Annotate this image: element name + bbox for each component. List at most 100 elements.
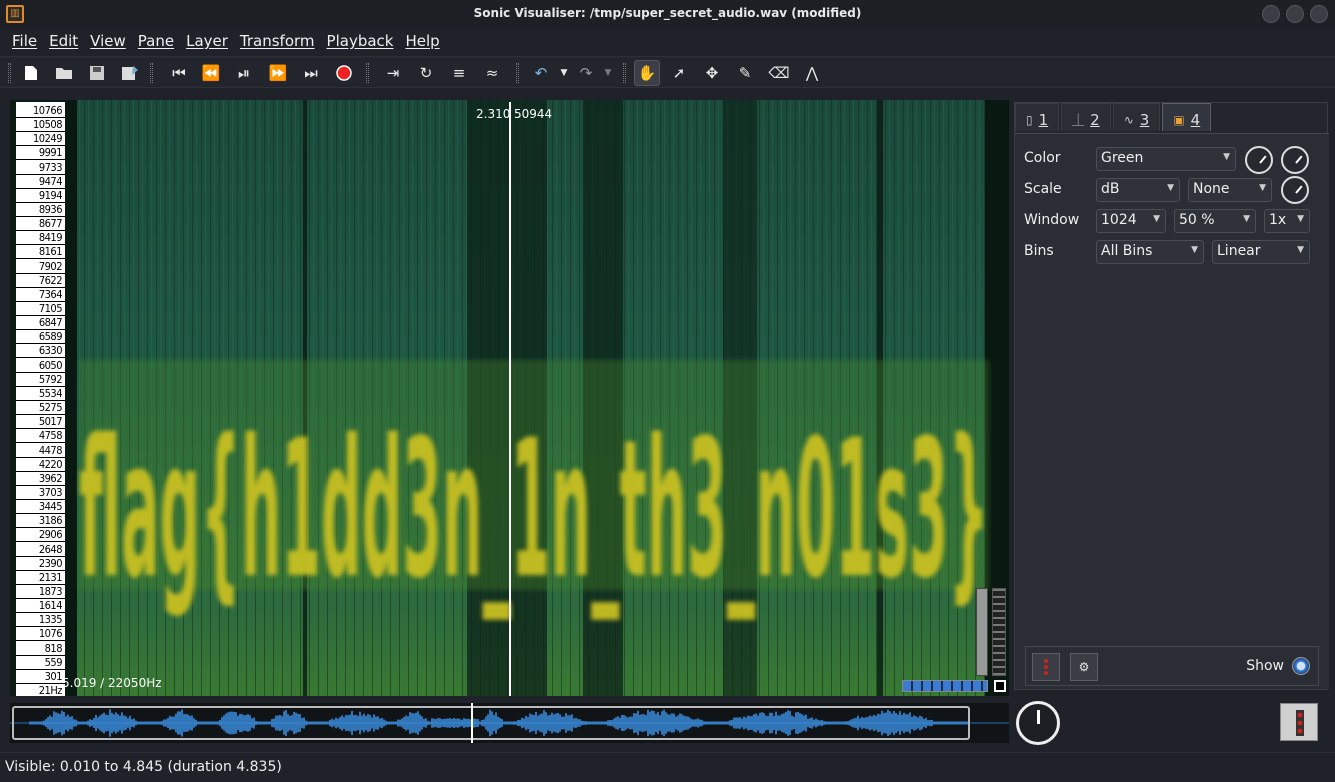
undo-icon[interactable]: ↶ (530, 62, 552, 84)
spectrogram-view[interactable]: flag{h1dd3n_1n_th3_n01s3} (55, 100, 1009, 696)
save-session-icon[interactable] (119, 62, 141, 84)
playback-cursor[interactable] (509, 102, 511, 696)
loop-icon[interactable]: ↻ (415, 62, 437, 84)
save-icon[interactable] (86, 62, 108, 84)
forward-end-icon[interactable]: ⏭ (300, 62, 322, 84)
toolbar-handle[interactable] (8, 63, 11, 83)
frequency-label: 21Hz (38, 684, 63, 696)
frequency-label: 6330 (38, 344, 63, 358)
vertical-zoom-slider[interactable] (976, 588, 988, 676)
toolbar-handle[interactable] (623, 63, 626, 83)
fast-forward-icon[interactable]: ⏩ (267, 62, 289, 84)
menu-help[interactable]: Help (399, 28, 445, 54)
menu-playback[interactable]: Playback (321, 28, 400, 54)
play-selection-icon[interactable]: ⇥ (382, 62, 404, 84)
overview-waveform[interactable] (10, 703, 1009, 743)
frequency-label: 4220 (38, 457, 63, 471)
color-select[interactable]: Green ▼ (1096, 147, 1236, 171)
frequency-label: 2390 (38, 556, 63, 570)
menu-layer[interactable]: Layer (180, 28, 234, 54)
cursor-time-readout: 2.310 (476, 107, 511, 121)
tab-pane[interactable]: ▯ 1 (1015, 103, 1060, 131)
record-icon[interactable] (333, 62, 355, 84)
toolbar-handle[interactable] (516, 63, 519, 83)
rewind-start-icon[interactable]: ⏮ (168, 62, 190, 84)
frequency-label: 7622 (38, 273, 63, 287)
undo-menu-chevron-icon[interactable]: ▼ (553, 62, 575, 84)
horizontal-zoom-thumbwheel[interactable] (902, 680, 988, 692)
toolbar-handle[interactable] (366, 63, 369, 83)
bin-scale-select[interactable]: Linear ▼ (1212, 240, 1310, 264)
colour-rotation-dial[interactable] (1281, 146, 1309, 174)
visible-region-frame[interactable] (12, 706, 970, 740)
frequency-label: 9733 (38, 160, 63, 174)
minimize-button[interactable] (1262, 5, 1280, 23)
overview-cursor[interactable] (471, 703, 473, 743)
vertical-zoom-thumbwheel[interactable] (992, 588, 1006, 676)
menu-file[interactable]: File (6, 28, 43, 54)
status-bar: Visible: 0.010 to 4.845 (duration 4.835) (0, 752, 1335, 782)
chevron-down-icon: ▼ (1297, 245, 1304, 255)
playback-parameters-button[interactable] (1280, 703, 1318, 741)
rewind-icon[interactable]: ⏪ (200, 62, 222, 84)
frequency-label: 3703 (38, 485, 63, 499)
maximize-button[interactable] (1286, 5, 1304, 23)
oversample-select[interactable]: 1x ▼ (1264, 209, 1310, 233)
new-file-icon[interactable] (20, 62, 42, 84)
tab-spectrogram[interactable]: ▣ 4 (1162, 103, 1212, 131)
visible-range-status: Visible: 0.010 to 4.845 (duration 4.835) (5, 759, 282, 775)
frequency-scale: 10766 10508 10249 9991 9733 9474 9194 8936 8677 8… (16, 102, 65, 696)
threshold-dial[interactable] (1281, 176, 1309, 204)
tab-waveform[interactable]: ∿ 3 (1112, 103, 1161, 131)
follow-playback-icon[interactable]: ≈ (481, 62, 503, 84)
play-parameters-button[interactable] (1032, 653, 1060, 681)
zoom-reset-button[interactable] (994, 680, 1006, 692)
move-icon[interactable]: ✥ (701, 62, 723, 84)
frequency-label: 9991 (38, 146, 63, 160)
close-button[interactable] (1310, 5, 1328, 23)
frequency-label: 2648 (38, 542, 63, 556)
open-file-icon[interactable] (53, 62, 75, 84)
window-overlap-select[interactable]: 50 % ▼ (1174, 209, 1256, 233)
toolbar-handle[interactable] (150, 63, 153, 83)
playback-speed-dial[interactable] (1016, 701, 1060, 745)
scale-label: Scale (1024, 181, 1062, 197)
measure-icon[interactable]: ⋀ (801, 62, 823, 84)
navigate-hand-icon[interactable]: ✋ (634, 60, 660, 86)
bins-select[interactable]: All Bins ▼ (1096, 240, 1204, 264)
frequency-label: 6847 (38, 316, 63, 330)
scale-select[interactable]: dB ▼ (1096, 178, 1180, 202)
redo-icon[interactable]: ↷ (575, 62, 597, 84)
frequency-label: 8677 (38, 217, 63, 231)
title-bar: ▥ Sonic Visualiser: /tmp/super_secret_au… (0, 0, 1335, 28)
gain-dial[interactable] (1245, 146, 1273, 174)
frequency-label: 2131 (38, 570, 63, 584)
window-label: Window (1024, 212, 1080, 228)
draw-pencil-icon[interactable]: ✎ (734, 62, 756, 84)
frequency-label: 5534 (38, 386, 63, 400)
chevron-down-icon: ▼ (1153, 214, 1160, 224)
frequency-label: 1873 (38, 584, 63, 598)
menu-pane[interactable]: Pane (132, 28, 180, 54)
frequency-label: 5275 (38, 401, 63, 415)
frequency-label: 10249 (33, 132, 62, 146)
frequency-label: 9474 (38, 174, 63, 188)
window-size-select[interactable]: 1024 ▼ (1096, 209, 1166, 233)
menu-view[interactable]: View (84, 28, 132, 54)
show-toggle[interactable] (1292, 657, 1310, 675)
play-pause-icon[interactable]: ⏯ (233, 62, 255, 84)
tab-ruler[interactable]: ⏊ 2 (1061, 103, 1111, 131)
normalize-select[interactable]: None ▼ (1188, 178, 1272, 202)
solo-icon[interactable]: ≡ (448, 62, 470, 84)
spectrogram-pane[interactable]: flag{h1dd3n_1n_th3_n01s3} 10766 10508 1024… (10, 100, 1009, 696)
redo-menu-chevron-icon[interactable]: ▼ (597, 62, 619, 84)
cursor-frame-readout: 50944 (514, 107, 553, 121)
frequency-label: 5017 (38, 415, 63, 429)
menu-edit[interactable]: Edit (43, 28, 84, 54)
menu-transform[interactable]: Transform (234, 28, 321, 54)
select-arrow-icon[interactable]: ➚ (668, 62, 690, 84)
frequency-label: 301 (44, 669, 63, 683)
layer-settings-button[interactable]: ⚙ (1070, 653, 1098, 681)
frequency-label: 7902 (38, 259, 63, 273)
erase-icon[interactable]: ⌫ (768, 62, 790, 84)
